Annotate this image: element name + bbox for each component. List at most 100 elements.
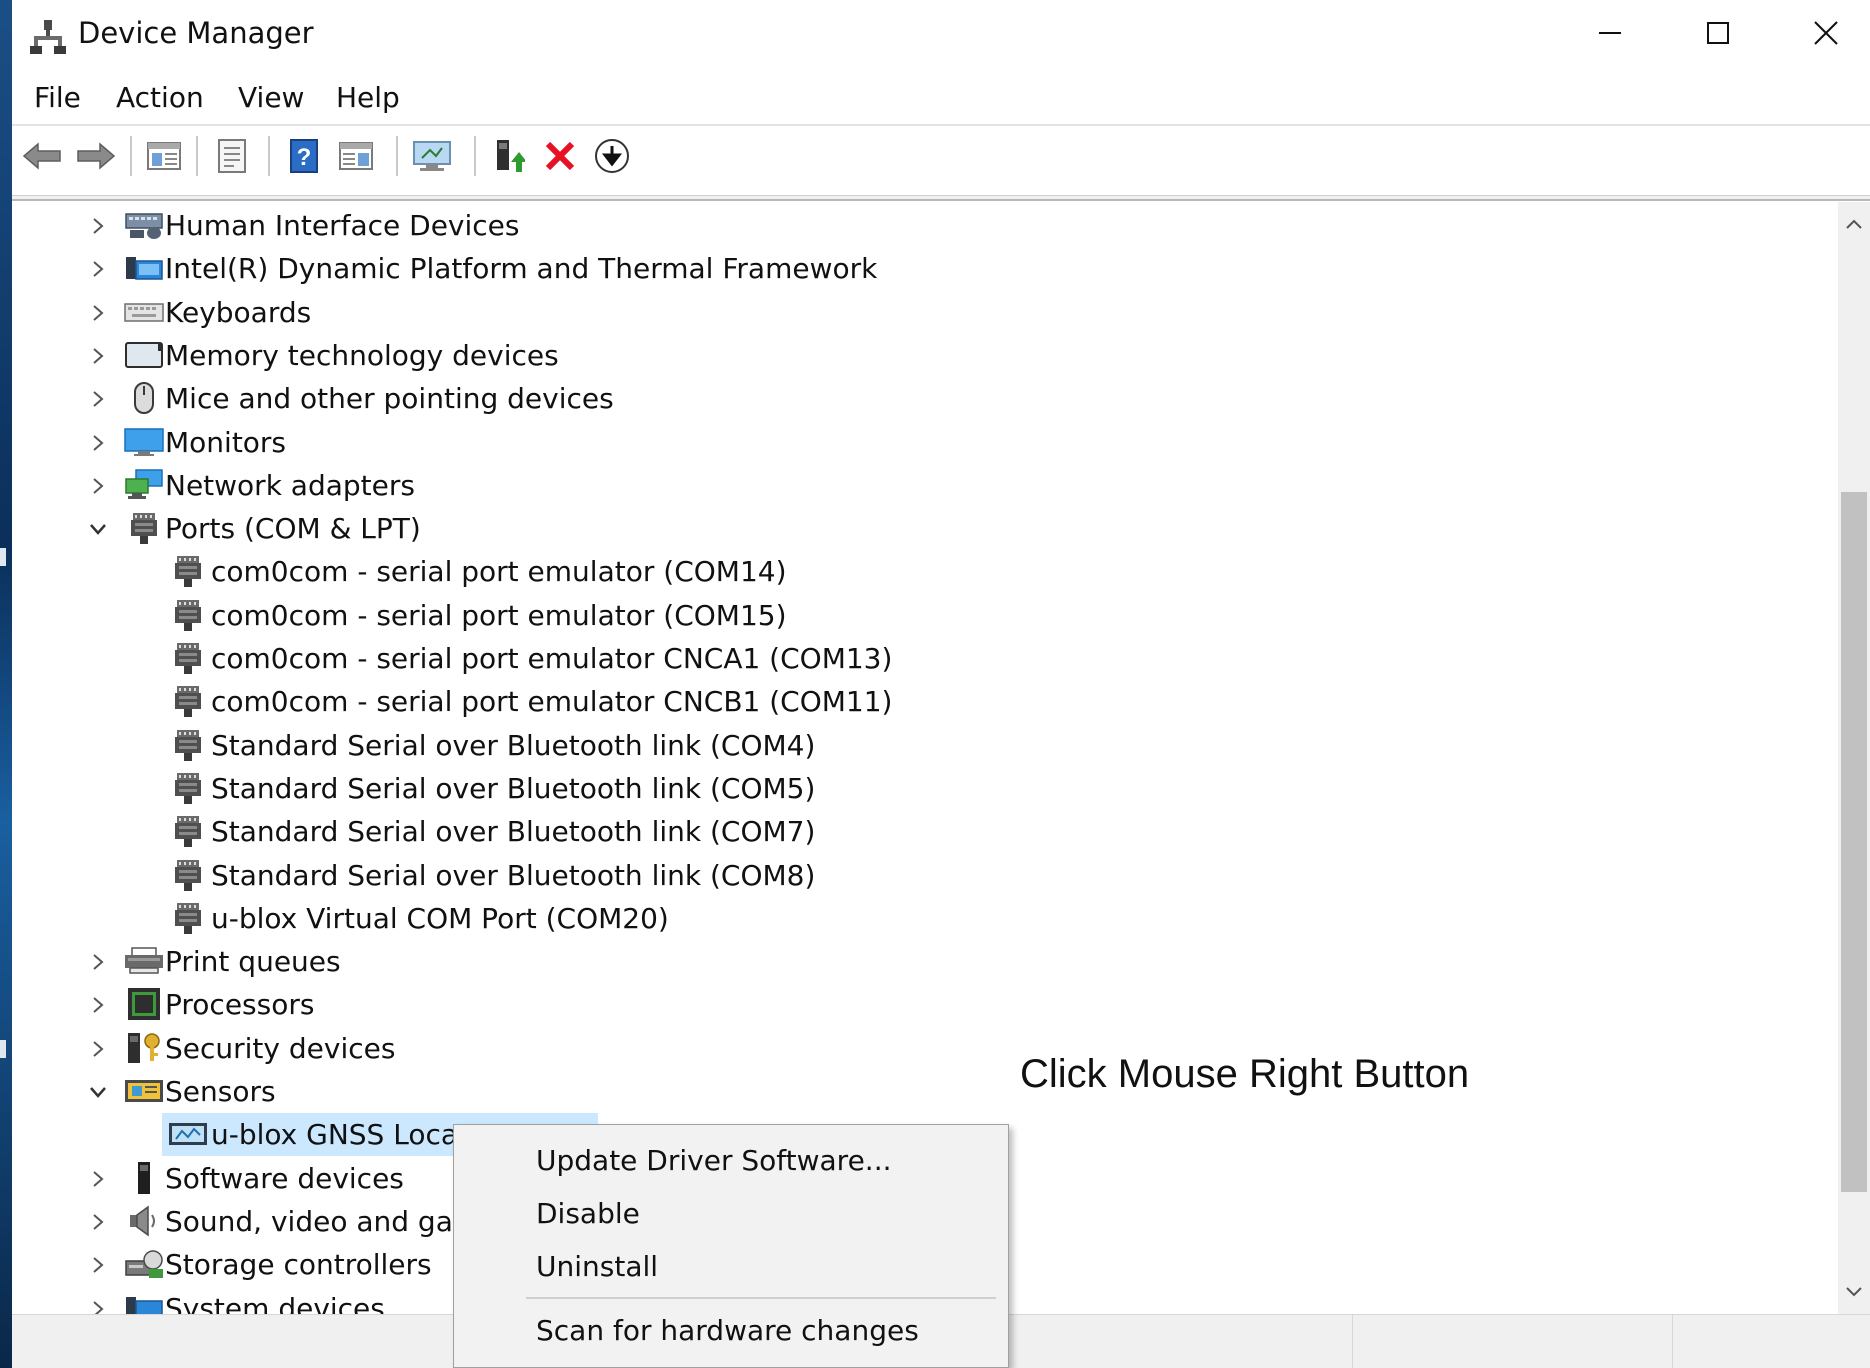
action-pane-button[interactable] — [334, 134, 378, 178]
memory-icon — [124, 338, 164, 372]
uninstall-button[interactable] — [538, 134, 582, 178]
port-icon — [168, 598, 208, 632]
tree-device-port[interactable]: com0com - serial port emulator (COM15) — [12, 594, 1838, 637]
tree-item-label: Mice and other pointing devices — [165, 382, 614, 416]
gnss-sensor-icon — [168, 1117, 208, 1151]
tree-device-port[interactable]: com0com - serial port emulator CNCA1 (CO… — [12, 637, 1838, 680]
security-icon — [124, 1031, 164, 1065]
menu-file[interactable]: File — [34, 76, 81, 120]
scroll-down-button[interactable] — [1838, 1276, 1870, 1308]
keyboard-icon — [124, 295, 164, 329]
tree-category-monitors[interactable]: Monitors — [12, 421, 1838, 464]
tree-item-label: Human Interface Devices — [165, 209, 520, 242]
chevron-right-icon[interactable] — [86, 474, 110, 498]
tree-item-label: Memory technology devices — [165, 338, 559, 372]
chevron-down-icon[interactable] — [86, 1080, 110, 1104]
processor-icon — [124, 987, 164, 1021]
menu-item-scan-hardware[interactable]: Scan for hardware changes — [456, 1305, 1006, 1357]
tree-item-label: Standard Serial over Bluetooth link (COM… — [211, 728, 816, 762]
tree-device-port[interactable]: Standard Serial over Bluetooth link (COM… — [12, 724, 1838, 767]
back-button[interactable] — [20, 134, 64, 178]
maximize-button[interactable] — [1664, 0, 1772, 66]
storage-icon — [124, 1247, 164, 1281]
chevron-right-icon[interactable] — [86, 301, 110, 325]
tree-device-port[interactable]: Standard Serial over Bluetooth link (COM… — [12, 767, 1838, 810]
tree-item-label: u-blox GNSS Locat — [211, 1118, 470, 1152]
status-pane — [1672, 1315, 1870, 1368]
device-manager-window: Device Manager File Action View Help ? H… — [12, 0, 1870, 1368]
menu-item-disable[interactable]: Disable — [456, 1188, 1006, 1240]
tree-device-port[interactable]: com0com - serial port emulator CNCB1 (CO… — [12, 680, 1838, 723]
tree-category-ports-com-lpt[interactable]: Ports (COM & LPT) — [12, 507, 1838, 550]
tree-item-label: Network adapters — [165, 468, 415, 502]
tree-item-label: Intel(R) Dynamic Platform and Thermal Fr… — [165, 252, 878, 286]
instruction-annotation: Click Mouse Right Button — [1020, 1052, 1470, 1096]
menu-view[interactable]: View — [238, 76, 304, 120]
tree-category-memory-technology-devices[interactable]: Memory technology devices — [12, 334, 1838, 377]
tree-category-mice-and-other-pointing-devices[interactable]: Mice and other pointing devices — [12, 377, 1838, 420]
minimize-icon — [1599, 32, 1621, 34]
tree-device-port[interactable]: Standard Serial over Bluetooth link (COM… — [12, 810, 1838, 853]
console-tree-button[interactable] — [142, 134, 186, 178]
properties-button[interactable] — [210, 134, 254, 178]
update-driver-button[interactable] — [486, 134, 530, 178]
tree-category-sensors[interactable]: Sensors — [12, 1070, 1838, 1113]
scan-for-changes-button[interactable] — [410, 134, 454, 178]
hid-icon — [124, 208, 164, 242]
monitor-icon — [124, 425, 164, 459]
port-icon — [168, 858, 208, 892]
toolbar-divider — [12, 124, 1870, 126]
sensor-icon — [124, 1074, 164, 1108]
red-x-icon — [545, 141, 575, 171]
chevron-right-icon[interactable] — [86, 1297, 110, 1314]
forward-button[interactable] — [74, 134, 118, 178]
help-button[interactable]: ? — [282, 134, 326, 178]
disable-button[interactable] — [590, 134, 634, 178]
tree-item-label: Standard Serial over Bluetooth link (COM… — [211, 771, 816, 805]
tree-device-port[interactable]: u-blox Virtual COM Port (COM20) — [12, 897, 1838, 940]
toolbar-separator — [268, 136, 270, 176]
port-icon — [168, 771, 208, 805]
tree-category-human-interface-devices[interactable]: Human Interface Devices — [12, 204, 1838, 247]
tree-category-security-devices[interactable]: Security devices — [12, 1027, 1838, 1070]
software-device-icon — [124, 1161, 164, 1195]
chevron-right-icon[interactable] — [86, 950, 110, 974]
tree-device-port[interactable]: Standard Serial over Bluetooth link (COM… — [12, 854, 1838, 897]
chevron-right-icon[interactable] — [86, 993, 110, 1017]
menu-item-update-driver[interactable]: Update Driver Software... — [456, 1135, 1006, 1187]
chevron-right-icon[interactable] — [86, 1037, 110, 1061]
close-button[interactable] — [1772, 0, 1870, 66]
chevron-down-icon[interactable] — [86, 517, 110, 541]
chevron-right-icon[interactable] — [86, 344, 110, 368]
chevron-right-icon[interactable] — [86, 1253, 110, 1277]
chevron-right-icon[interactable] — [86, 1167, 110, 1191]
menu-help[interactable]: Help — [336, 76, 400, 120]
chevron-right-icon[interactable] — [86, 1210, 110, 1234]
chevron-right-icon[interactable] — [86, 214, 110, 238]
chevron-right-icon[interactable] — [86, 431, 110, 455]
vertical-scrollbar[interactable] — [1838, 202, 1870, 1314]
mouse-icon — [124, 381, 164, 415]
port-icon — [168, 684, 208, 718]
chevron-right-icon[interactable] — [86, 387, 110, 411]
minimize-button[interactable] — [1556, 0, 1664, 66]
tree-category-processors[interactable]: Processors — [12, 983, 1838, 1026]
maximize-icon — [1707, 22, 1729, 44]
scrollbar-thumb[interactable] — [1841, 492, 1867, 1192]
tree-category-print-queues[interactable]: Print queues — [12, 940, 1838, 983]
tree-category-intel-r-dynamic-platform-and-thermal-framework[interactable]: Intel(R) Dynamic Platform and Thermal Fr… — [12, 247, 1838, 290]
toolbar-separator — [474, 136, 476, 176]
menu-item-uninstall[interactable]: Uninstall — [456, 1241, 1006, 1293]
device-manager-app-icon — [30, 18, 66, 54]
chevron-right-icon[interactable] — [86, 257, 110, 281]
tree-item-label: Sound, video and gam — [165, 1204, 481, 1238]
menu-action[interactable]: Action — [116, 76, 204, 120]
tree-item-label: Security devices — [165, 1031, 396, 1065]
tree-item-label: Ports (COM & LPT) — [165, 512, 421, 546]
scroll-up-button[interactable] — [1838, 208, 1870, 240]
tree-category-keyboards[interactable]: Keyboards — [12, 291, 1838, 334]
menu-bar: File Action View Help — [12, 76, 1870, 120]
tree-category-network-adapters[interactable]: Network adapters — [12, 464, 1838, 507]
port-icon — [168, 554, 208, 588]
tree-device-port[interactable]: com0com - serial port emulator (COM14) — [12, 550, 1838, 593]
